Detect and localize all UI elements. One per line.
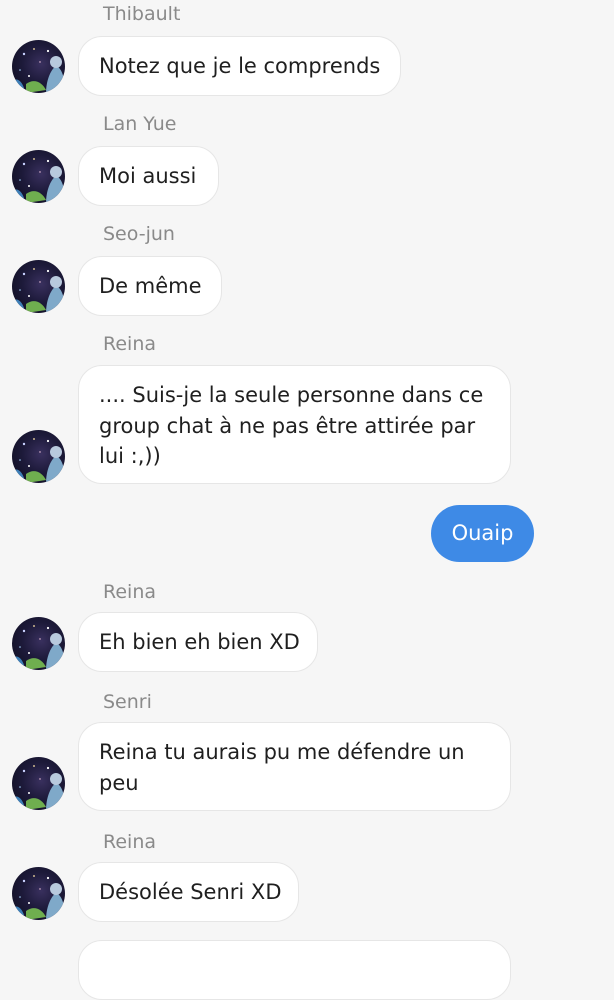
message-bubble: De même bbox=[78, 256, 222, 316]
sender-name: Seo-jun bbox=[103, 223, 175, 245]
message-bubble: Notez que je le comprends bbox=[78, 36, 401, 96]
message-bubble: Désolée Senri XD bbox=[78, 862, 299, 922]
avatar-icon[interactable] bbox=[12, 260, 65, 313]
message-bubble-partial bbox=[78, 940, 511, 1000]
sender-name: Senri bbox=[103, 691, 152, 713]
sender-name: Thibault bbox=[103, 3, 181, 25]
message-bubble: Reina tu aurais pu me défendre un peu bbox=[78, 722, 511, 811]
sender-name: Lan Yue bbox=[103, 113, 177, 135]
message-bubble: Moi aussi bbox=[78, 146, 219, 206]
avatar-icon[interactable] bbox=[12, 867, 65, 920]
avatar-icon[interactable] bbox=[12, 430, 65, 483]
sender-name: Reina bbox=[103, 581, 157, 603]
message-bubble: .... Suis-je la seule personne dans ce g… bbox=[78, 365, 511, 484]
outgoing-message-bubble: Ouaip bbox=[431, 505, 534, 562]
avatar-icon[interactable] bbox=[12, 40, 65, 93]
chat-transcript: Thibault Notez que je le comprends Lan Y… bbox=[0, 0, 614, 1000]
avatar-icon[interactable] bbox=[12, 757, 65, 810]
avatar-icon[interactable] bbox=[12, 617, 65, 670]
sender-name: Reina bbox=[103, 831, 157, 853]
avatar-icon[interactable] bbox=[12, 150, 65, 203]
sender-name: Reina bbox=[103, 333, 157, 355]
message-bubble: Eh bien eh bien XD bbox=[78, 612, 318, 672]
